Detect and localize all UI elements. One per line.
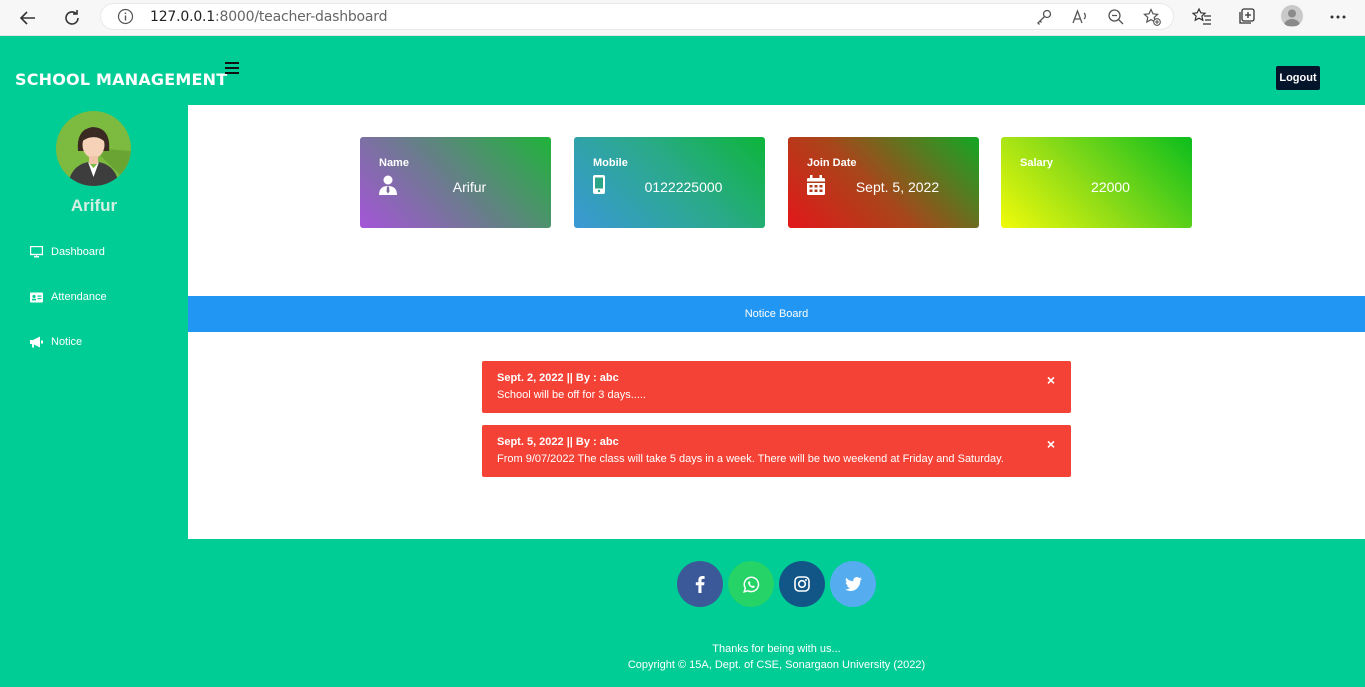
notice-alert: Sept. 5, 2022 || By : abc From 9/07/2022…: [482, 425, 1071, 477]
browser-toolbar: 127.0.0.1:8000/teacher-dashboard: [0, 0, 1365, 36]
browser-profile-icon[interactable]: [1281, 5, 1303, 27]
card-label: Join Date: [807, 157, 857, 169]
monitor-icon: [30, 246, 43, 258]
key-icon[interactable]: [1035, 8, 1053, 26]
card-label: Name: [379, 157, 409, 169]
collections-icon[interactable]: [1235, 6, 1257, 28]
sidebar-item-attendance[interactable]: Attendance: [30, 291, 107, 303]
card-value: Sept. 5, 2022: [855, 179, 940, 195]
id-card-icon: [30, 291, 43, 303]
name-card: Name Arifur: [360, 137, 551, 228]
card-label: Salary: [1020, 157, 1054, 169]
footer: Thanks for being with us... Copyright © …: [188, 539, 1365, 687]
profile-name: Arifur: [70, 196, 118, 215]
url-text: 127.0.0.1:8000/teacher-dashboard: [150, 9, 388, 25]
sidebar-item-label: Dashboard: [51, 246, 105, 258]
facebook-icon[interactable]: [677, 561, 723, 607]
notice-board-header: Notice Board: [188, 296, 1365, 332]
sidebar-item-notice[interactable]: Notice: [30, 336, 82, 348]
info-icon[interactable]: [117, 8, 134, 25]
instagram-icon[interactable]: [779, 561, 825, 607]
notice-body: From 9/07/2022 The class will take 5 day…: [497, 453, 1004, 465]
card-label: Mobile: [593, 157, 628, 169]
notice-heading: Sept. 5, 2022 || By : abc: [497, 436, 619, 448]
favorites-icon[interactable]: [1191, 6, 1213, 28]
url-path: :8000/teacher-dashboard: [215, 9, 388, 25]
sidebar-item-label: Notice: [51, 336, 83, 348]
notice-heading: Sept. 2, 2022 || By : abc: [497, 372, 619, 384]
sidebar-item-label: Attendance: [51, 291, 107, 303]
reload-icon[interactable]: [58, 4, 86, 32]
notice-alert: Sept. 2, 2022 || By : abc School will be…: [482, 361, 1071, 413]
card-value: 22000: [1091, 179, 1130, 195]
sidebar: Arifur Dashboard Attendance Notice: [0, 105, 188, 687]
back-arrow-icon[interactable]: [14, 4, 42, 32]
more-options-icon[interactable]: [1327, 6, 1349, 28]
close-icon[interactable]: ×: [1047, 372, 1055, 388]
salary-card: Salary 22000: [1001, 137, 1192, 228]
join-date-card: Join Date Sept. 5, 2022: [788, 137, 979, 228]
profile-avatar: [56, 111, 131, 186]
mobile-card: Mobile 0122225000: [574, 137, 765, 228]
address-bar[interactable]: 127.0.0.1:8000/teacher-dashboard: [100, 3, 1174, 30]
logout-button[interactable]: Logout: [1276, 66, 1320, 90]
favorite-add-icon[interactable]: [1143, 8, 1161, 26]
card-value: 0122225000: [644, 179, 723, 195]
notice-body: School will be off for 3 days.....: [497, 389, 646, 401]
footer-thanks: Thanks for being with us...: [712, 643, 841, 655]
top-navbar: SCHOOL MANAGEMENT Logout: [0, 36, 1365, 105]
whatsapp-icon[interactable]: [728, 561, 774, 607]
hamburger-menu-icon[interactable]: [225, 62, 239, 74]
close-icon[interactable]: ×: [1047, 436, 1055, 452]
sidebar-item-dashboard[interactable]: Dashboard: [30, 246, 105, 258]
card-value: Arifur: [452, 179, 487, 195]
zoom-out-icon[interactable]: [1107, 8, 1125, 26]
footer-copyright: Copyright © 15A, Dept. of CSE, Sonargaon…: [627, 659, 926, 671]
url-host: 127.0.0.1: [150, 9, 215, 25]
twitter-icon[interactable]: [830, 561, 876, 607]
read-aloud-icon[interactable]: [1071, 8, 1089, 26]
megaphone-icon: [30, 336, 43, 348]
brand-title[interactable]: SCHOOL MANAGEMENT: [15, 70, 227, 89]
